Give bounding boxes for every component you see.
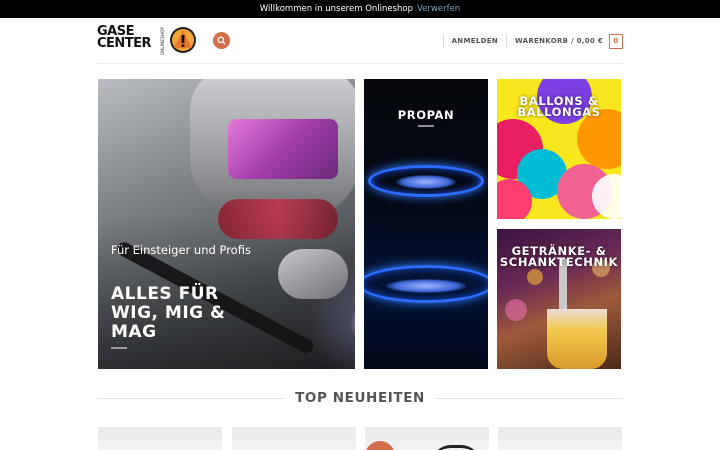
section-rule-right	[434, 397, 623, 399]
welding-visor-image	[228, 119, 338, 179]
product-card[interactable]	[232, 427, 356, 450]
search-icon	[217, 36, 226, 45]
gas-burner-glow	[386, 279, 466, 293]
product-card[interactable]	[98, 427, 222, 450]
beer-glass-image	[547, 309, 607, 369]
bokeh-light	[505, 299, 527, 321]
site-logo[interactable]: GASE CENTER ONLINESHOP	[97, 25, 199, 56]
warning-gas-icon	[170, 27, 196, 53]
section-top-neuheiten: TOP NEUHEITEN	[97, 388, 623, 408]
store-notice-message: Willkommen in unserem Onlineshop	[259, 4, 414, 14]
product-card[interactable]	[498, 427, 622, 450]
cart-count-badge[interactable]: 0	[609, 33, 623, 49]
logo-line-2: CENTER	[97, 36, 152, 51]
logo-wordmark: GASE CENTER	[97, 25, 152, 51]
site-header: GASE CENTER ONLINESHOP ANMELDEN WARENKOR…	[0, 18, 720, 64]
banner-getraenke-title: GETRÄNKE- & SCHANKTECHNIK	[499, 244, 619, 269]
banner-title-rule	[418, 125, 434, 127]
store-notice-dismiss-link[interactable]: Verwerfen	[417, 4, 460, 14]
banner-title-rule	[111, 347, 127, 349]
banner-propan-title: PROPAN	[397, 108, 455, 122]
banner-welding-subtitle: Für Einsteiger und Profis	[111, 243, 251, 257]
banner-welding[interactable]: Für Einsteiger und Profis ALLES FÜR WIG,…	[98, 79, 355, 369]
banner-ballons-title: BALLONS & BALLONGAS	[517, 94, 601, 119]
cart-link[interactable]: WARENKORB / 0,00 €	[515, 37, 603, 45]
banner-propan[interactable]: PROPAN	[364, 79, 488, 369]
product-image	[431, 445, 481, 450]
product-card[interactable]	[365, 427, 489, 450]
section-title: TOP NEUHEITEN	[295, 390, 425, 406]
nav-divider	[505, 34, 507, 48]
sale-badge	[365, 441, 395, 450]
store-notice: Willkommen in unserem Onlineshop Verwerf…	[0, 0, 720, 18]
nav-divider	[442, 34, 444, 48]
header-divider	[97, 63, 623, 64]
search-button[interactable]	[213, 32, 230, 49]
section-rule-left	[97, 397, 286, 399]
banner-ballons[interactable]: BALLONS & BALLONGAS	[497, 79, 621, 219]
bokeh-light	[527, 269, 543, 285]
banner-getraenke[interactable]: GETRÄNKE- & SCHANKTECHNIK	[497, 229, 621, 369]
logo-subline: ONLINESHOP	[160, 27, 165, 56]
banner-welding-title: ALLES FÜR WIG, MIG & MAG	[111, 284, 226, 342]
header-account-nav: ANMELDEN WARENKORB / 0,00 € 0	[435, 32, 623, 50]
gas-burner-glow	[396, 175, 456, 189]
login-link[interactable]: ANMELDEN	[452, 37, 498, 45]
